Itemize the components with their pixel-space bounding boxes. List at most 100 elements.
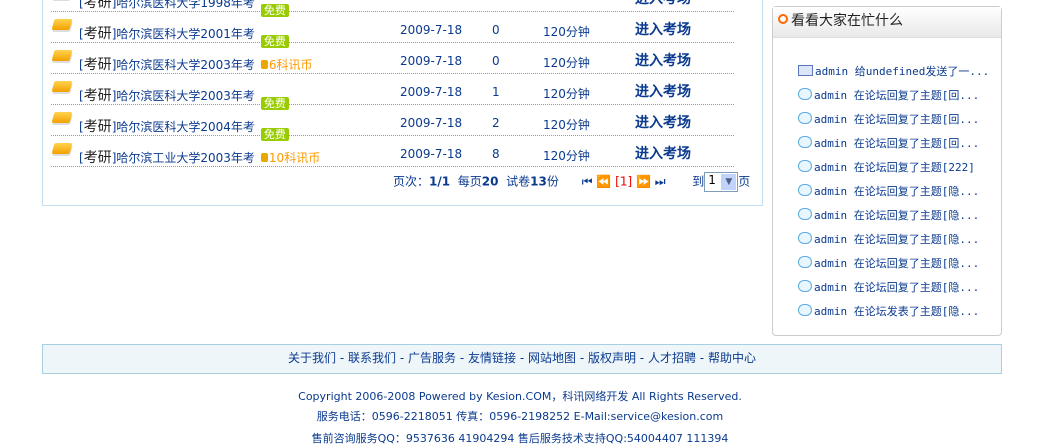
speech-bubble-icon — [798, 184, 812, 196]
price: 6科讯币 — [268, 58, 313, 72]
pagination: 页次：1/1 每页20 试卷13份 ⏮ ⏪ [1] ⏩ ⏭ 到 1 ▼ 页 — [393, 172, 750, 192]
activity-item[interactable]: admin 在论坛回复了主题[隐... — [798, 183, 979, 199]
exam-title[interactable]: [考研]哈尔滨医科大学2004年考 免费 — [79, 116, 289, 141]
next-page-icon[interactable]: ⏩ — [636, 175, 651, 189]
exam-category[interactable]: 考研 — [84, 150, 112, 166]
copyright: Copyright 2006-2008 Powered by Kesion.CO… — [298, 390, 742, 403]
exam-count: 8 — [492, 147, 500, 161]
page-select-value: 1 — [708, 173, 716, 187]
exam-name[interactable]: 哈尔滨医科大学2003年考 — [116, 58, 255, 72]
exam-count: 0 — [492, 54, 500, 68]
exam-title[interactable]: [考研]哈尔滨工业大学2003年考 10科讯币 — [79, 147, 320, 167]
exam-date: 2009-7-18 — [400, 147, 463, 161]
exam-name[interactable]: 哈尔滨医科大学2001年考 — [116, 27, 255, 41]
last-page-icon[interactable]: ⏭ — [655, 175, 666, 189]
exam-category[interactable]: 考研 — [84, 0, 112, 11]
activity-text[interactable]: admin 在论坛回复了主题[隐... — [814, 257, 979, 270]
exam-count: 2 — [492, 116, 500, 130]
activity-item[interactable]: admin 给undefined发送了一... — [798, 63, 989, 79]
exam-row: [考研]哈尔滨医科大学2003年考 6科讯币 2009-7-18 0 120分钟 … — [51, 42, 734, 74]
exam-title[interactable]: [考研]哈尔滨医科大学2003年考 6科讯币 — [79, 54, 313, 74]
activity-text[interactable]: admin 给undefined发送了一... — [815, 65, 989, 78]
footer-link[interactable]: 友情链接 — [468, 351, 516, 365]
activity-text[interactable]: admin 在论坛回复了主题[回... — [814, 137, 979, 150]
footer-link[interactable]: 版权声明 — [588, 351, 636, 365]
exam-date: 2009-7-18 — [400, 23, 463, 37]
enter-exam-button[interactable]: 进入考场 — [635, 50, 691, 70]
chevron-down-icon[interactable]: ▼ — [721, 174, 737, 190]
sidebar-header: 看看大家在忙什么 — [773, 7, 1001, 38]
enter-exam-button[interactable]: 进入考场 — [635, 143, 691, 163]
exam-count: 1 — [492, 85, 500, 99]
activity-item[interactable]: admin 在论坛回复了主题[回... — [798, 135, 979, 151]
activity-item[interactable]: admin 在论坛回复了主题[回... — [798, 111, 979, 127]
exam-row: [考研]哈尔滨医科大学2004年考 免费 2009-7-18 2 120分钟 进入… — [51, 104, 734, 141]
exam-duration: 120分钟 — [543, 118, 590, 132]
enter-exam-button[interactable]: 进入考场 — [635, 112, 691, 132]
activity-item[interactable]: admin 在论坛回复了主题[222] — [798, 159, 975, 175]
activity-text[interactable]: admin 在论坛回复了主题[回... — [814, 89, 979, 102]
contact-info: 服务电话：0596-2218051 传真：0596-2198252 E-Mail… — [316, 410, 724, 423]
activity-text[interactable]: admin 在论坛回复了主题[隐... — [814, 209, 979, 222]
exam-name[interactable]: 哈尔滨医科大学2003年考 — [116, 89, 255, 103]
speech-bubble-icon — [798, 208, 812, 220]
activity-item[interactable]: admin 在论坛回复了主题[隐... — [798, 231, 979, 247]
price: 10科讯币 — [268, 151, 321, 165]
footer-link[interactable]: 帮助中心 — [708, 351, 756, 365]
book-icon — [51, 50, 73, 61]
per-label: 每页 — [457, 174, 482, 189]
enter-exam-button[interactable]: 进入考场 — [635, 19, 691, 39]
exam-row: [考研]哈尔滨医科大学2003年考 免费 2009-7-18 1 120分钟 进入… — [51, 73, 734, 110]
book-icon — [51, 81, 73, 92]
activity-item[interactable]: admin 在论坛发表了主题[隐... — [798, 303, 979, 319]
page-info: 1/1 — [429, 174, 451, 189]
speech-bubble-icon — [798, 280, 812, 292]
first-page-icon[interactable]: ⏮ — [582, 175, 593, 189]
footer-link[interactable]: 联系我们 — [348, 351, 396, 365]
exam-title[interactable]: [考研]哈尔滨医科大学2001年考 免费 — [79, 23, 289, 48]
activity-item[interactable]: admin 在论坛回复了主题[回... — [798, 87, 979, 103]
speech-bubble-icon — [798, 136, 812, 148]
footer-link[interactable]: 广告服务 — [408, 351, 456, 365]
footer-link[interactable]: 关于我们 — [288, 351, 336, 365]
exam-category[interactable]: 考研 — [84, 57, 112, 73]
footer-link[interactable]: 网站地图 — [528, 351, 576, 365]
activity-text[interactable]: admin 在论坛发表了主题[隐... — [814, 305, 979, 318]
exam-category[interactable]: 考研 — [84, 26, 112, 42]
activity-text[interactable]: admin 在论坛回复了主题[222] — [814, 161, 975, 174]
exam-duration: 120分钟 — [543, 25, 590, 39]
enter-exam-button[interactable]: 进入考场 — [635, 81, 691, 101]
qq-info: 售前咨询服务QQ：9537636 41904294 售后服务技术支持QQ:540… — [311, 432, 729, 445]
exam-name[interactable]: 哈尔滨医科大学2004年考 — [116, 120, 255, 134]
speech-bubble-icon — [798, 304, 812, 316]
exam-category[interactable]: 考研 — [84, 119, 112, 135]
exam-title[interactable]: [考研]哈尔滨医科大学2003年考 免费 — [79, 85, 289, 110]
exam-row: [考研]哈尔滨医科大学2001年考 免费 2009-7-18 0 120分钟 进入… — [51, 11, 734, 48]
activity-text[interactable]: admin 在论坛回复了主题[隐... — [814, 233, 979, 246]
footer-link[interactable]: 人才招聘 — [648, 351, 696, 365]
book-icon — [51, 19, 73, 30]
activity-text[interactable]: admin 在论坛回复了主题[隐... — [814, 185, 979, 198]
speech-bubble-icon — [798, 88, 812, 100]
current-page[interactable]: [1] — [615, 175, 632, 189]
exam-date: 2009-7-18 — [400, 54, 463, 68]
activity-item[interactable]: admin 在论坛回复了主题[隐... — [798, 255, 979, 271]
footer-nav: 关于我们 - 联系我们 - 广告服务 - 友情链接 - 网站地图 - 版权声明 … — [42, 344, 1002, 374]
activity-item[interactable]: admin 在论坛回复了主题[隐... — [798, 279, 979, 295]
page-label: 页次： — [393, 174, 430, 189]
exam-name[interactable]: 哈尔滨工业大学2003年考 — [116, 151, 255, 165]
sidebar-title: 看看大家在忙什么 — [791, 13, 903, 29]
activity-text[interactable]: admin 在论坛回复了主题[回... — [814, 113, 979, 126]
prev-page-icon[interactable]: ⏪ — [596, 175, 611, 189]
enter-exam-button[interactable]: 进入考场 — [635, 0, 691, 8]
activity-item[interactable]: admin 在论坛回复了主题[隐... — [798, 207, 979, 223]
exam-category[interactable]: 考研 — [84, 88, 112, 104]
activity-text[interactable]: admin 在论坛回复了主题[隐... — [814, 281, 979, 294]
page-select[interactable]: 1 ▼ — [704, 172, 739, 192]
exam-date: 2009-7-18 — [400, 85, 463, 99]
book-icon — [51, 112, 73, 123]
exam-name[interactable]: 哈尔滨医科大学1998年考 — [116, 0, 255, 10]
mail-icon — [798, 65, 813, 76]
total-label: 试卷 — [506, 174, 531, 189]
exam-duration: 120分钟 — [543, 149, 590, 163]
